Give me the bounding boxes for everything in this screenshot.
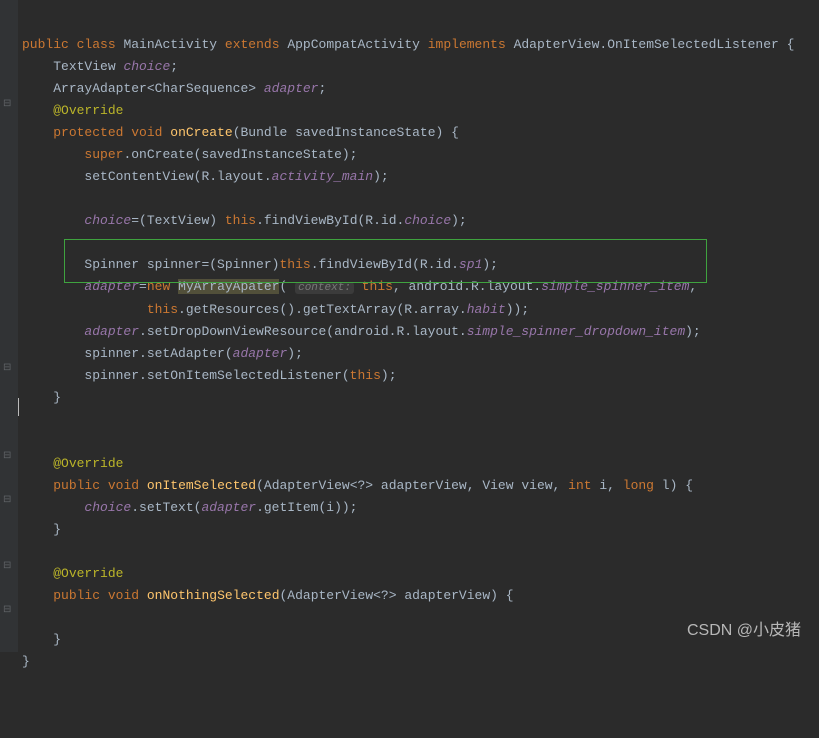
code-line: ArrayAdapter<CharSequence> adapter; [22,81,326,96]
fold-icon[interactable]: ⊟ [3,450,11,462]
code-line: } [22,390,61,405]
code-line: choice.setText(adapter.getItem(i)); [22,500,357,515]
code-line: public void onNothingSelected(AdapterVie… [22,588,514,603]
code-line: adapter.setDropDownViewResource(android.… [22,324,701,339]
code-line: @Override [22,566,123,581]
fold-icon[interactable]: ⊟ [3,560,11,572]
code-line: adapter=new MyArrayApater( context: this… [22,279,697,294]
code-editor[interactable]: ⊟ ⊟ ⊟ ⊟ ⊟ ⊟ public class MainActivity ex… [0,0,819,652]
code-line: } [22,632,61,647]
fold-icon[interactable]: ⊟ [3,98,11,110]
code-area[interactable]: public class MainActivity extends AppCom… [18,0,794,652]
code-line: protected void onCreate(Bundle savedInst… [22,125,459,140]
code-line: this.getResources().getTextArray(R.array… [22,302,529,317]
fold-icon[interactable]: ⊟ [3,604,11,616]
text-cursor [18,398,19,416]
code-line: setContentView(R.layout.activity_main); [22,169,389,184]
code-line: spinner.setAdapter(adapter); [22,346,303,361]
code-line: choice=(TextView) this.findViewById(R.id… [22,213,467,228]
code-line: public void onItemSelected(AdapterView<?… [22,478,693,493]
fold-icon[interactable]: ⊟ [3,494,11,506]
code-line: } [22,522,61,537]
watermark: CSDN @小皮猪 [687,616,801,640]
code-line: spinner.setOnItemSelectedListener(this); [22,368,397,383]
fold-icon[interactable]: ⊟ [3,362,11,374]
code-line: TextView choice; [22,59,178,74]
code-line: public class MainActivity extends AppCom… [22,37,794,52]
code-line: @Override [22,456,123,471]
gutter: ⊟ ⊟ ⊟ ⊟ ⊟ ⊟ [0,0,18,652]
code-line: Spinner spinner=(Spinner)this.findViewBy… [22,257,498,272]
code-line: super.onCreate(savedInstanceState); [22,147,357,162]
code-line: } [22,654,30,669]
code-line: @Override [22,103,123,118]
